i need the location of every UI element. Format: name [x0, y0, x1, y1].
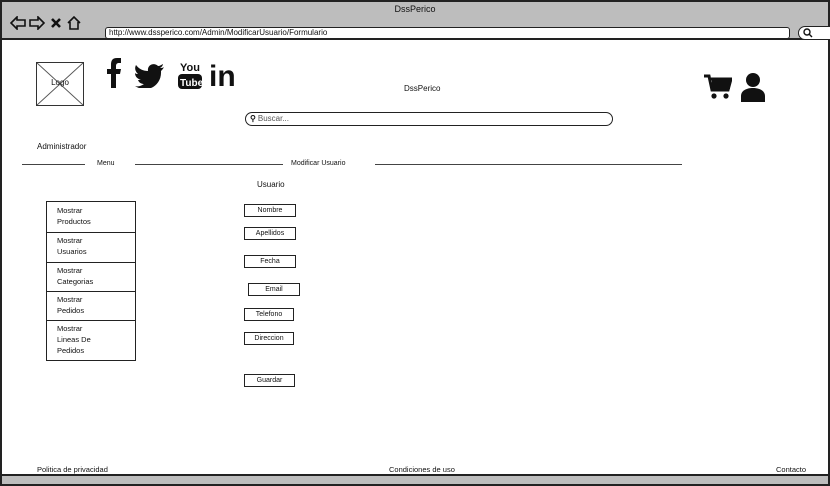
forward-arrow-icon: [29, 16, 45, 30]
linkedin-link[interactable]: in: [209, 60, 243, 93]
menu-item-label: Mostrar: [57, 266, 83, 275]
logo[interactable]: Logo: [36, 62, 84, 106]
close-icon: [51, 18, 61, 28]
facebook-icon: [107, 58, 121, 88]
menu-item-label: Lineas De: [57, 335, 91, 344]
telefono-field[interactable]: Telefono: [244, 308, 294, 321]
menu-item-mostrar-categorias[interactable]: Mostrar Categorias: [57, 265, 93, 287]
facebook-link[interactable]: [106, 58, 122, 93]
sidebar-menu: Mostrar Productos Mostrar Usuarios Mostr…: [46, 201, 136, 361]
menu-item-label: Pedidos: [57, 306, 85, 315]
status-bar: [2, 474, 828, 484]
browser-search-field[interactable]: [798, 26, 830, 40]
menu-item-mostrar-lineas-de-pedidos[interactable]: Mostrar Lineas De Pedidos: [57, 323, 91, 356]
menu-item-mostrar-usuarios[interactable]: Mostrar Usuarios: [57, 235, 87, 257]
home-button[interactable]: [66, 15, 82, 31]
menu-item-label: Categorias: [57, 277, 94, 286]
svg-text:in: in: [209, 62, 236, 88]
youtube-link[interactable]: You Tube: [178, 60, 204, 95]
menu-item-mostrar-productos[interactable]: Mostrar Productos: [57, 205, 91, 227]
fecha-field[interactable]: Fecha: [244, 255, 296, 268]
menu-item-label: Pedidos: [57, 346, 85, 355]
back-arrow-icon: [10, 16, 26, 30]
user-account-button[interactable]: [740, 72, 766, 107]
search-placeholder: Buscar...: [257, 114, 289, 123]
search-icon: [803, 28, 813, 38]
brand-name: DssPerico: [404, 84, 441, 93]
cart-button[interactable]: [704, 74, 733, 105]
menu-item-label: Usuarios: [57, 247, 87, 256]
cart-icon: [704, 74, 733, 99]
menu-separator: [47, 232, 135, 233]
twitter-link[interactable]: [135, 64, 165, 93]
search-icon: ⚲: [250, 114, 256, 123]
menu-item-mostrar-pedidos[interactable]: Mostrar Pedidos: [57, 294, 84, 316]
apellidos-field[interactable]: Apellidos: [244, 227, 296, 240]
divider: [375, 164, 682, 165]
browser-window: DssPerico http://www.dssperico.com/Admin…: [0, 0, 830, 486]
menu-heading: Menu: [97, 160, 115, 167]
menu-item-label: Mostrar: [57, 324, 83, 333]
admin-label: Administrador: [37, 142, 87, 151]
window-title: DssPerico: [394, 4, 436, 14]
terms-link[interactable]: Condiciones de uso: [389, 465, 455, 474]
search-input[interactable]: ⚲ Buscar...: [245, 112, 613, 126]
divider: [22, 164, 85, 165]
twitter-icon: [135, 64, 164, 90]
menu-item-label: Mostrar: [57, 206, 83, 215]
nombre-field[interactable]: Nombre: [244, 204, 296, 217]
stop-button[interactable]: [50, 15, 62, 31]
menu-separator: [47, 320, 135, 321]
privacy-link[interactable]: Politica de privacidad: [37, 465, 108, 474]
form-heading: Usuario: [257, 180, 285, 189]
logo-text: Logo: [51, 78, 69, 87]
svg-text:You: You: [180, 62, 200, 74]
direccion-field[interactable]: Direccion: [244, 332, 294, 345]
page-title: Modificar Usuario: [291, 160, 346, 167]
menu-item-label: Productos: [57, 217, 91, 226]
url-bar[interactable]: http://www.dssperico.com/Admin/Modificar…: [105, 27, 790, 39]
browser-chrome: DssPerico http://www.dssperico.com/Admin…: [2, 2, 830, 40]
menu-item-label: Mostrar: [57, 295, 83, 304]
divider: [135, 164, 283, 165]
forward-button[interactable]: [29, 15, 45, 31]
back-button[interactable]: [10, 15, 26, 31]
email-field[interactable]: Email: [248, 283, 300, 296]
user-icon: [741, 73, 765, 102]
contact-link[interactable]: Contacto: [776, 465, 806, 474]
menu-separator: [47, 291, 135, 292]
home-icon: [67, 16, 81, 30]
guardar-button[interactable]: Guardar: [244, 374, 295, 387]
youtube-icon: You Tube: [178, 62, 204, 89]
linkedin-icon: in: [209, 60, 236, 93]
menu-separator: [47, 262, 135, 263]
svg-text:Tube: Tube: [180, 78, 202, 89]
menu-item-label: Mostrar: [57, 236, 83, 245]
